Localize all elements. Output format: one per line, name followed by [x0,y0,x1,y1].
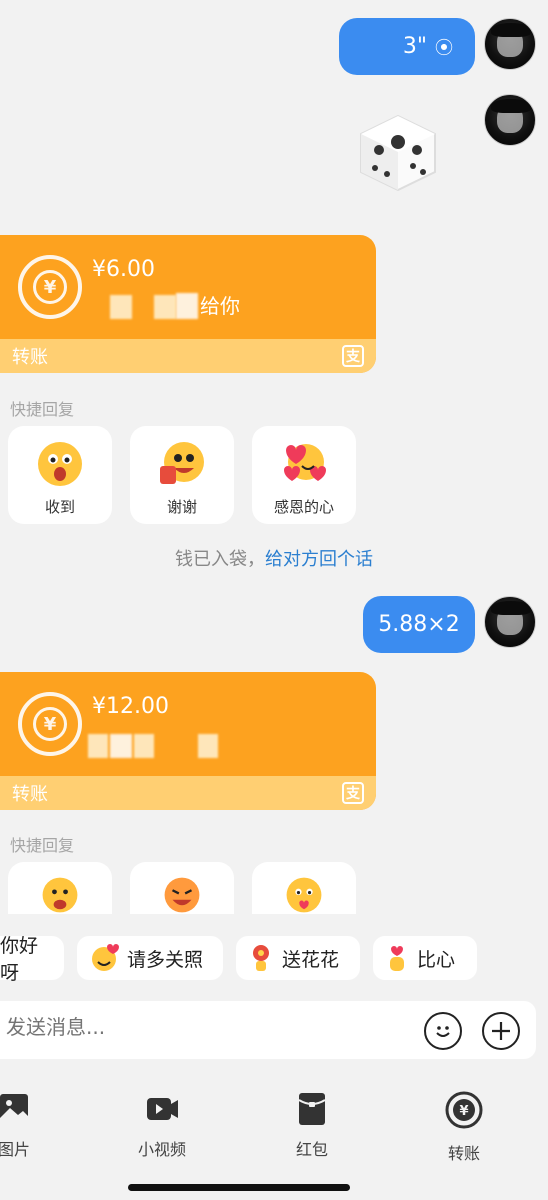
quick-reply-item[interactable] [130,862,234,914]
emoji-icon [286,877,322,913]
quick-reply-grateful[interactable]: 感恩的心 [252,426,356,524]
text-message-bubble[interactable]: 5.88×2 [363,596,475,653]
quick-reply-received[interactable]: 收到 [8,426,112,524]
reply-link[interactable]: 给对方回个话 [265,549,373,570]
voice-icon: ⦿ [432,37,453,56]
transfer-label: 转账 [12,347,48,368]
yen-icon: ¥ [18,255,82,319]
received-notice: 钱已入袋，给对方回个话 [0,545,548,571]
toolbar-image[interactable]: 图片 [0,1090,54,1160]
toolbar-label: 小视频 [137,1140,186,1159]
toolbar-transfer[interactable]: ¥ 转账 [424,1090,504,1164]
quick-reply-text: 感恩的心 [273,498,334,516]
quick-reply-item[interactable] [252,862,356,914]
quick-reply-thanks[interactable]: 谢谢 [130,426,234,524]
toolbar-label: 图片 [0,1140,30,1159]
finger-heart-icon [390,946,404,971]
emoji-icon [284,444,326,481]
voice-duration: 3" [402,34,427,59]
emoji-icon [42,877,78,913]
emoji-button[interactable] [424,1012,462,1050]
quick-reply-label: 快捷回复 [10,400,75,419]
quick-reply-text: 收到 [44,498,75,516]
suggestion-text: 比心 [417,948,456,971]
transfer-amount: ¥6.00 [92,257,155,282]
transfer-icon: ¥ [445,1091,483,1129]
quick-reply-item[interactable] [8,862,112,914]
emoji-icon [160,442,204,484]
quick-reply-text: 谢谢 [166,498,197,516]
suggestion-chip[interactable]: 比心 [373,936,477,980]
transfer-amount: ¥12.00 [92,694,169,719]
transfer-card[interactable]: ¥ ¥6.00 给你 转账 支 [0,235,376,373]
video-icon [147,1098,178,1120]
avatar[interactable] [484,94,536,146]
toolbar-video[interactable]: 小视频 [122,1090,202,1160]
message-text: 5.88×2 [378,612,460,637]
suggestion-text: 你好呀 [0,935,39,984]
alipay-icon: 支 [342,782,364,804]
quick-reply-label: 快捷回复 [10,836,75,855]
red-packet-icon [298,1093,326,1125]
suggestion-chip[interactable]: 你好呀 [0,935,64,984]
avatar[interactable] [484,18,536,70]
suggestion-row: 你好呀 请多关照 送花花 比心 [0,935,548,984]
transfer-card[interactable]: ¥ ¥12.00 转账 支 [0,672,376,810]
plus-button[interactable] [482,1012,520,1050]
svg-text:¥: ¥ [459,1104,468,1119]
toolbar-label: 红包 [295,1140,328,1159]
suggestion-text: 请多关照 [127,948,204,971]
received-notice-text: 钱已入袋， [175,549,265,570]
emoji-icon [164,877,200,913]
image-icon [0,1094,28,1122]
suggestion-chip[interactable]: 送花花 [236,936,360,980]
avatar[interactable] [484,596,536,648]
emoji-icon [38,442,82,486]
home-indicator[interactable] [128,1184,350,1191]
plus-icon [492,1022,510,1040]
emoji-icon [436,1026,450,1037]
emoji-icon [92,944,119,971]
suggestion-chip[interactable]: 请多关照 [77,936,223,980]
toolbar-label: 转账 [447,1144,480,1163]
yen-icon: ¥ [18,692,82,756]
suggestion-text: 送花花 [282,948,340,971]
message-input[interactable] [6,1015,386,1039]
transfer-desc: 给你 [200,294,240,318]
flower-icon [253,945,269,971]
message-input-bar [0,1001,536,1059]
transfer-label: 转账 [12,784,48,805]
toolbar-red-packet[interactable]: 红包 [272,1090,352,1160]
dice-icon[interactable] [357,112,439,194]
voice-message-bubble[interactable]: 3" ⦿ [339,18,475,75]
alipay-icon: 支 [342,345,364,367]
